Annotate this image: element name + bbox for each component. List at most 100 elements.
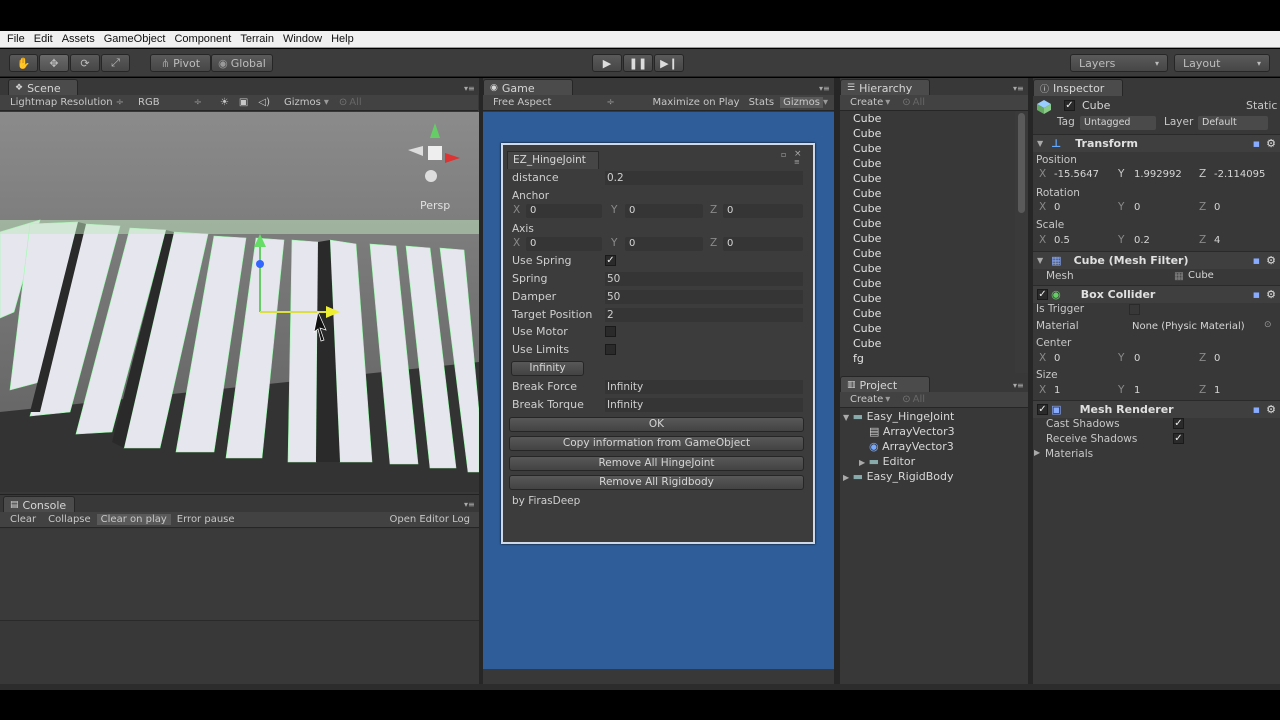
scene-search-input[interactable]: All — [349, 97, 361, 108]
open-editor-log-button[interactable]: Open Editor Log — [389, 514, 470, 525]
expand-arrow-icon[interactable]: ▼ — [843, 413, 849, 422]
global-toggle[interactable]: ◉ Global — [211, 54, 273, 72]
ok-button[interactable]: OK — [509, 417, 804, 432]
hand-tool-button[interactable]: ✋ — [9, 54, 38, 72]
play-button[interactable]: ▶ — [592, 54, 622, 72]
project-create-dropdown[interactable]: Create — [850, 394, 883, 405]
tab-project[interactable]: ▥ Project — [840, 376, 930, 393]
gear-icon[interactable]: ⚙ — [1266, 288, 1276, 301]
hierarchy-item[interactable]: Cube — [853, 306, 1015, 321]
hierarchy-scrollbar[interactable] — [1015, 111, 1028, 373]
rotate-tool-button[interactable]: ⟳ — [70, 54, 100, 72]
project-item-arrayvector3[interactable]: ▤ ArrayVector3 — [843, 424, 1028, 439]
cast-shadows-checkbox[interactable]: ✓ — [1173, 418, 1184, 429]
reference-icon[interactable]: ▪ — [1253, 403, 1260, 416]
expand-arrow-icon[interactable]: ▶ — [1034, 448, 1040, 457]
menu-help[interactable]: Help — [331, 33, 354, 45]
box-collider-enabled-checkbox[interactable]: ✓ — [1037, 289, 1048, 300]
menu-component[interactable]: Component — [174, 33, 231, 45]
project-folder-editor[interactable]: ▶ ▬ Editor — [843, 454, 1028, 469]
transform-header[interactable]: ▼ ⊥ Transform ▪ ⚙ — [1033, 134, 1280, 152]
distance-field[interactable]: 0.2 — [605, 171, 803, 185]
center-z-field[interactable]: 0 — [1210, 352, 1274, 366]
panel-menu-icon[interactable]: ▾≡ — [464, 84, 475, 93]
tag-dropdown[interactable]: Untagged — [1080, 116, 1156, 130]
box-collider-header[interactable]: ▼ ◉ ✓ Box Collider ▪ ⚙ — [1033, 285, 1280, 303]
mesh-renderer-header[interactable]: ▼ ▣ ✓ Mesh Renderer ▪ ⚙ — [1033, 400, 1280, 418]
anchor-z-field[interactable]: 0 — [723, 204, 803, 218]
size-z-field[interactable]: 1 — [1210, 384, 1274, 398]
project-folder-easy-hingejoint[interactable]: ▼ ▬ Easy_HingeJoint — [843, 409, 1028, 424]
gear-icon[interactable]: ⚙ — [1266, 254, 1276, 267]
hierarchy-item[interactable]: Cube — [853, 126, 1015, 141]
spring-field[interactable]: 50 — [605, 272, 803, 286]
hierarchy-item[interactable]: Cube — [853, 216, 1015, 231]
reference-icon[interactable]: ▪ — [1253, 137, 1260, 150]
hierarchy-item[interactable]: Cube — [853, 291, 1015, 306]
panel-menu-icon[interactable]: ▾≡ — [1013, 84, 1024, 93]
expand-arrow-icon[interactable]: ▼ — [1037, 139, 1043, 148]
panel-menu-icon[interactable]: ▾≡ — [464, 500, 475, 509]
anchor-x-field[interactable]: 0 — [526, 204, 602, 218]
console-error-pause-toggle[interactable]: Error pause — [177, 514, 235, 525]
menu-window[interactable]: Window — [283, 33, 322, 45]
panel-menu-icon[interactable]: ▾≡ — [1013, 381, 1024, 390]
center-y-field[interactable]: 0 — [1130, 352, 1194, 366]
object-active-checkbox[interactable]: ✓ — [1064, 100, 1075, 111]
console-clear-button[interactable]: Clear — [10, 514, 36, 525]
size-y-field[interactable]: 1 — [1130, 384, 1194, 398]
expand-arrow-icon[interactable]: ▼ — [1037, 256, 1043, 265]
break-force-field[interactable]: Infinity — [605, 380, 803, 394]
gear-icon[interactable]: ⚙ — [1266, 137, 1276, 150]
mesh-field[interactable]: Cube — [1184, 269, 1268, 283]
menu-edit[interactable]: Edit — [34, 33, 53, 45]
menu-gameobject[interactable]: GameObject — [104, 33, 166, 45]
mesh-filter-header[interactable]: ▼ ▦ Cube (Mesh Filter) ▪ ⚙ — [1033, 251, 1280, 269]
physic-material-field[interactable]: None (Physic Material) — [1128, 320, 1258, 334]
position-x-field[interactable]: -15.5647 — [1050, 168, 1114, 182]
reference-icon[interactable]: ▪ — [1253, 288, 1260, 301]
layers-dropdown[interactable]: Layers ▾ — [1070, 54, 1168, 72]
tab-game[interactable]: ◉ Game — [483, 79, 573, 96]
hierarchy-item[interactable]: Cube — [853, 246, 1015, 261]
hierarchy-item[interactable]: Cube — [853, 321, 1015, 336]
sun-icon[interactable]: ☀ — [220, 97, 229, 108]
gizmos-dropdown[interactable]: Gizmos — [284, 97, 321, 108]
mesh-renderer-enabled-checkbox[interactable]: ✓ — [1037, 404, 1048, 415]
game-gizmos-toggle[interactable]: Gizmos — [780, 97, 823, 108]
axis-z-field[interactable]: 0 — [723, 237, 803, 251]
hierarchy-item[interactable]: Cube — [853, 171, 1015, 186]
hierarchy-item[interactable]: Cube — [853, 231, 1015, 246]
break-torque-field[interactable]: Infinity — [605, 398, 803, 412]
pause-button[interactable]: ❚❚ — [623, 54, 653, 72]
hierarchy-item[interactable]: Cube — [853, 261, 1015, 276]
image-icon[interactable]: ▣ — [239, 97, 248, 108]
console-clear-on-play-toggle[interactable]: Clear on play — [96, 514, 171, 525]
layer-dropdown[interactable]: Default — [1198, 116, 1268, 130]
project-folder-easy-rigidbody[interactable]: ▶ ▬ Easy_RigidBody — [843, 469, 1028, 484]
expand-arrow-icon[interactable]: ▶ — [859, 458, 865, 467]
aspect-dropdown[interactable]: Free Aspect — [493, 97, 551, 108]
axis-y-field[interactable]: 0 — [625, 237, 703, 251]
layout-dropdown[interactable]: Layout ▾ — [1174, 54, 1270, 72]
panel-menu-icon[interactable]: ▾≡ — [819, 84, 830, 93]
rotation-y-field[interactable]: 0 — [1130, 201, 1194, 215]
hierarchy-item[interactable]: fg — [853, 351, 1015, 366]
console-log-area[interactable] — [0, 529, 479, 621]
is-trigger-checkbox[interactable] — [1129, 304, 1140, 315]
tab-inspector[interactable]: ⓘ Inspector — [1033, 79, 1123, 96]
hierarchy-item[interactable]: Cube — [853, 336, 1015, 351]
rotation-z-field[interactable]: 0 — [1210, 201, 1274, 215]
materials-label[interactable]: Materials — [1045, 448, 1093, 460]
axis-x-field[interactable]: 0 — [526, 237, 602, 251]
menu-terrain[interactable]: Terrain — [240, 33, 274, 45]
damper-field[interactable]: 50 — [605, 290, 803, 304]
hierarchy-item[interactable]: Cube — [853, 111, 1015, 126]
step-button[interactable]: ▶❙ — [654, 54, 684, 72]
hierarchy-item[interactable]: Cube — [853, 156, 1015, 171]
use-limits-checkbox[interactable] — [605, 344, 616, 355]
maximize-icon[interactable]: ▫ — [781, 150, 786, 159]
menu-file[interactable]: File — [7, 33, 25, 45]
expand-arrow-icon[interactable]: ▶ — [843, 473, 849, 482]
remove-all-hingejoint-button[interactable]: Remove All HingeJoint — [509, 456, 804, 471]
